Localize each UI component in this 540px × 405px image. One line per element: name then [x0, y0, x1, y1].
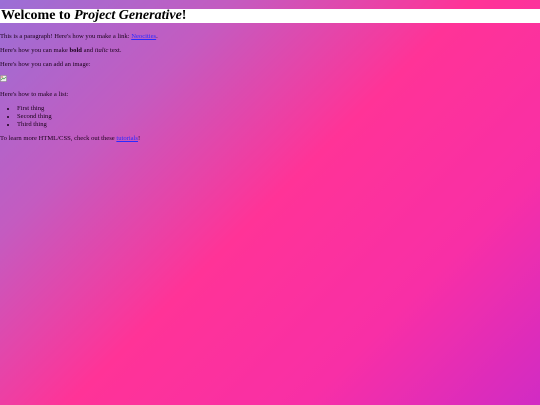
page-header: Welcome to Project Generative!	[0, 9, 540, 23]
paragraph-text: This is a paragraph! Here's how you make…	[0, 33, 132, 40]
list-item: Second thing	[17, 113, 52, 121]
paragraph-end: !	[138, 135, 141, 142]
paragraph-text: Here's how you can make	[0, 47, 70, 54]
italic-text: italic	[94, 47, 109, 54]
paragraph-list-intro: Here's how to make a list:	[0, 91, 69, 98]
bold-text: bold	[69, 47, 82, 54]
title-prefix: Welcome to	[1, 8, 75, 23]
neocities-link[interactable]: Neocities	[131, 33, 156, 40]
paragraph-tutorials: To learn more HTML/CSS, check out these …	[0, 135, 140, 143]
paragraph-text: To learn more HTML/CSS, check out these	[0, 135, 117, 142]
tutorials-link[interactable]: tutorials	[116, 135, 138, 142]
page-title: Welcome to Project Generative!	[1, 9, 186, 23]
paragraph-image-intro: Here's how you can add an image:	[0, 61, 91, 68]
paragraph-end: .	[156, 33, 158, 40]
title-suffix: !	[181, 8, 187, 23]
paragraph-end: text.	[108, 47, 122, 54]
paragraph-formatting: Here's how you can make bold and italic …	[0, 47, 122, 55]
list-item: First thing	[17, 105, 52, 113]
title-emphasis: Project Generative	[74, 8, 182, 23]
bullet-list: First thing Second thing Third thing	[0, 105, 52, 129]
paragraph-text: and	[81, 47, 95, 54]
paragraph-link-intro: This is a paragraph! Here's how you make…	[0, 33, 158, 41]
list-item: Third thing	[17, 121, 52, 129]
broken-image-icon	[0, 75, 7, 82]
